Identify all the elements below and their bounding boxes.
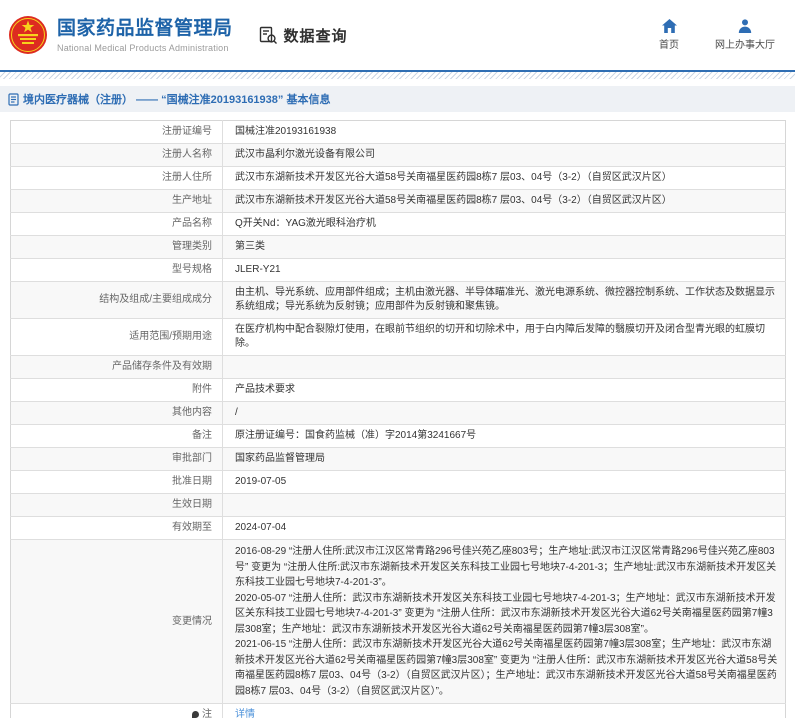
table-row: 生产地址武汉市东湖新技术开发区光谷大道58号关南福星医药园8栋7 层03、04号… xyxy=(11,190,786,213)
field-value: 由主机、导光系统、应用部件组成；主机由激光器、半导体瞄准光、激光电源系统、微控器… xyxy=(223,282,786,319)
field-value: 武汉市东湖新技术开发区光谷大道58号关南福星医药园8栋7 层03、04号（3-2… xyxy=(223,190,786,213)
header-hatch-band xyxy=(0,72,795,79)
table-row: 管理类别第三类 xyxy=(11,236,786,259)
field-value: 第三类 xyxy=(223,236,786,259)
field-label: 型号规格 xyxy=(11,259,223,282)
nav-home[interactable]: 首页 xyxy=(659,19,679,51)
document-icon xyxy=(8,93,19,106)
table-row: 产品储存条件及有效期 xyxy=(11,356,786,379)
field-label: 产品储存条件及有效期 xyxy=(11,356,223,379)
nav-online-service-hall-label: 网上办事大厅 xyxy=(715,36,775,51)
field-label: 注册人名称 xyxy=(11,144,223,167)
table-row: 注册人住所武汉市东湖新技术开发区光谷大道58号关南福星医药园8栋7 层03、04… xyxy=(11,167,786,190)
field-value: / xyxy=(223,402,786,425)
breadcrumb-text: 境内医疗器械（注册） —— “国械注准20193161938” 基本信息 xyxy=(23,91,330,107)
home-icon xyxy=(662,19,677,33)
field-value: 国械注准20193161938 xyxy=(223,121,786,144)
table-row: 有效期至2024-07-04 xyxy=(11,517,786,540)
field-value: 武汉市晶利尔激光设备有限公司 xyxy=(223,144,786,167)
field-value: 2019-07-05 xyxy=(223,471,786,494)
table-row: 备注原注册证编号：国食药监械（准）字2014第3241667号 xyxy=(11,425,786,448)
field-label: 备注 xyxy=(11,425,223,448)
field-value: 在医疗机构中配合裂隙灯使用，在眼前节组织的切开和切除术中，用于白内障后发障的翳膜… xyxy=(223,319,786,356)
table-row: 注 详情 xyxy=(11,704,786,718)
field-label: 注 xyxy=(11,704,223,718)
top-bar: 国家药品监督管理局 National Medical Products Admi… xyxy=(0,0,795,70)
note-icon xyxy=(192,711,199,718)
site-logo-home-link[interactable]: 国家药品监督管理局 National Medical Products Admi… xyxy=(8,15,233,55)
table-row: 注册人名称武汉市晶利尔激光设备有限公司 xyxy=(11,144,786,167)
field-value: Q开关Nd：YAG激光眼科治疗机 xyxy=(223,213,786,236)
field-value: 产品技术要求 xyxy=(223,379,786,402)
national-emblem-icon xyxy=(8,15,48,55)
field-label: 附件 xyxy=(11,379,223,402)
table-row: 生效日期 xyxy=(11,494,786,517)
field-value: 武汉市东湖新技术开发区光谷大道58号关南福星医药园8栋7 层03、04号（3-2… xyxy=(223,167,786,190)
field-label: 审批部门 xyxy=(11,448,223,471)
site-subtitle: National Medical Products Administration xyxy=(57,43,233,53)
field-label: 适用范围/预期用途 xyxy=(11,319,223,356)
field-label: 其他内容 xyxy=(11,402,223,425)
details-link[interactable]: 详情 xyxy=(235,709,255,718)
field-value: 详情 xyxy=(223,704,786,718)
field-label: 批准日期 xyxy=(11,471,223,494)
field-label: 有效期至 xyxy=(11,517,223,540)
table-row: 型号规格JLER-Y21 xyxy=(11,259,786,282)
person-icon xyxy=(738,19,752,33)
table-row: 适用范围/预期用途在医疗机构中配合裂隙灯使用，在眼前节组织的切开和切除术中，用于… xyxy=(11,319,786,356)
data-query-icon xyxy=(259,26,278,45)
data-query-label: 数据查询 xyxy=(284,25,348,46)
field-value: JLER-Y21 xyxy=(223,259,786,282)
field-label: 结构及组成/主要组成成分 xyxy=(11,282,223,319)
breadcrumb: 境内医疗器械（注册） —— “国械注准20193161938” 基本信息 xyxy=(0,86,795,112)
field-value xyxy=(223,494,786,517)
table-row: 附件产品技术要求 xyxy=(11,379,786,402)
change-record-paragraph: 2020-05-07 “注册人住所：武汉市东湖新技术开发区关东科技工业园七号地块… xyxy=(235,591,779,638)
nav-home-label: 首页 xyxy=(659,36,679,51)
table-row: 审批部门国家药品监督管理局 xyxy=(11,448,786,471)
site-title: 国家药品监督管理局 xyxy=(57,18,233,40)
field-label: 注册人住所 xyxy=(11,167,223,190)
nav-online-service-hall[interactable]: 网上办事大厅 xyxy=(715,19,775,51)
table-row: 其他内容/ xyxy=(11,402,786,425)
field-value: 2016-08-29 “注册人住所:武汉市江汉区常青路296号佳兴苑乙座803号… xyxy=(223,540,786,704)
field-value: 原注册证编号：国食药监械（准）字2014第3241667号 xyxy=(223,425,786,448)
field-label: 产品名称 xyxy=(11,213,223,236)
field-label: 变更情况 xyxy=(11,540,223,704)
registration-info-rows: 注册证编号国械注准20193161938注册人名称武汉市晶利尔激光设备有限公司注… xyxy=(11,121,786,718)
field-value xyxy=(223,356,786,379)
table-row: 变更情况 2016-08-29 “注册人住所:武汉市江汉区常青路296号佳兴苑乙座… xyxy=(11,540,786,704)
table-row: 产品名称Q开关Nd：YAG激光眼科治疗机 xyxy=(11,213,786,236)
field-value: 2024-07-04 xyxy=(223,517,786,540)
change-record-paragraph: 2016-08-29 “注册人住所:武汉市江汉区常青路296号佳兴苑乙座803号… xyxy=(235,544,779,591)
data-query-tab[interactable]: 数据查询 xyxy=(259,25,348,46)
change-record-paragraph: 2021-06-15 “注册人住所：武汉市东湖新技术开发区光谷大道62号关南福星… xyxy=(235,637,779,699)
field-label: 注册证编号 xyxy=(11,121,223,144)
field-label: 管理类别 xyxy=(11,236,223,259)
table-row: 注册证编号国械注准20193161938 xyxy=(11,121,786,144)
table-row: 批准日期2019-07-05 xyxy=(11,471,786,494)
field-label: 生效日期 xyxy=(11,494,223,517)
field-label: 生产地址 xyxy=(11,190,223,213)
registration-info-table: 注册证编号国械注准20193161938注册人名称武汉市晶利尔激光设备有限公司注… xyxy=(10,120,786,718)
top-nav: 首页 网上办事大厅 xyxy=(659,19,775,51)
field-value: 国家药品监督管理局 xyxy=(223,448,786,471)
table-row: 结构及组成/主要组成成分由主机、导光系统、应用部件组成；主机由激光器、半导体瞄准… xyxy=(11,282,786,319)
